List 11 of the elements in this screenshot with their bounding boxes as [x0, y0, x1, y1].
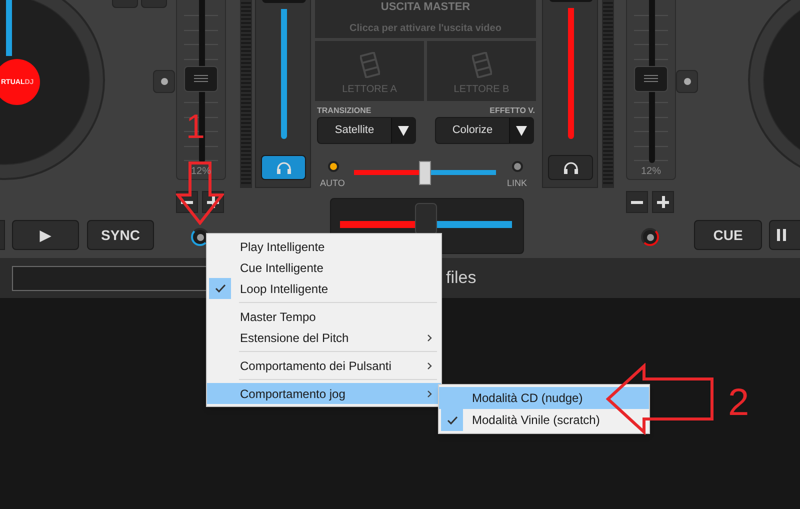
dropdown-value: Colorize — [451, 123, 494, 138]
dropdown-value: Satellite — [334, 123, 376, 138]
transition-label: TRANSIZIONE — [317, 105, 372, 117]
pitch-reading: 12% — [640, 165, 662, 179]
annotation-number: 2 — [728, 384, 750, 422]
effect-label: EFFETTO V. — [490, 105, 535, 117]
link-label: LINK — [507, 177, 528, 190]
annotation-number: 1 — [186, 110, 205, 144]
auto-label: AUTO — [320, 177, 345, 190]
panel-title: USCITA MASTER — [380, 0, 470, 15]
folder-label: files — [446, 267, 476, 290]
